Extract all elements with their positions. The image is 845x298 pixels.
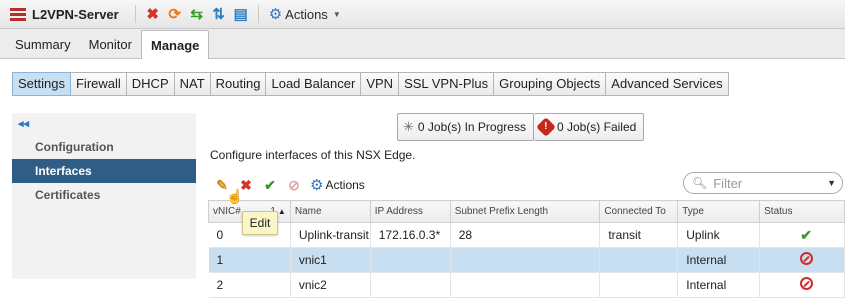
- chevron-down-icon[interactable]: ▼: [827, 178, 836, 188]
- table-row[interactable]: 1 vnic1 Internal: [208, 247, 845, 273]
- error-icon: !: [536, 117, 556, 137]
- cell-status: [759, 247, 845, 273]
- cell-status: ✔: [759, 222, 845, 248]
- cell-connected: [599, 272, 679, 298]
- edit-tooltip: Edit: [242, 211, 278, 235]
- subtab-ssl-vpn-plus[interactable]: SSL VPN-Plus: [399, 72, 495, 96]
- column-header-name[interactable]: Name: [289, 200, 371, 223]
- cell-type: Uplink: [677, 222, 761, 248]
- cell-ip: 172.16.0.3*: [370, 222, 451, 248]
- grid-actions-label: Actions: [325, 178, 365, 192]
- cell-type: Internal: [677, 272, 761, 298]
- title-bar: L2VPN-Server ✖ ⟳ ⇆ ⇅ ▤ ⚙ Actions ▼: [0, 0, 845, 29]
- tab-manage[interactable]: Manage: [140, 30, 210, 59]
- collapse-icon[interactable]: ◂◂: [18, 117, 29, 130]
- sort-asc-icon: ▲: [277, 207, 286, 216]
- cell-ip: [370, 247, 451, 273]
- gear-icon: ⚙: [268, 6, 283, 23]
- actions-label: Actions: [285, 6, 328, 22]
- delete-icon[interactable]: ✖: [142, 4, 164, 24]
- tab-monitor[interactable]: Monitor: [80, 32, 141, 58]
- cell-connected: [599, 247, 679, 273]
- report-icon[interactable]: ▤: [230, 4, 252, 24]
- table-header: vNIC# 1▲ Name IP Address Subnet Prefix L…: [208, 200, 845, 223]
- toolbar-divider: [134, 5, 136, 23]
- column-header-subnet-prefix[interactable]: Subnet Prefix Length: [449, 200, 601, 223]
- column-header-ip-address[interactable]: IP Address: [369, 200, 451, 223]
- edge-icon: [10, 7, 26, 21]
- chevron-down-icon: ▼: [332, 9, 341, 19]
- cell-vnic: 2: [208, 272, 291, 298]
- tab-summary[interactable]: Summary: [6, 32, 80, 58]
- subtab-routing[interactable]: Routing: [210, 72, 267, 96]
- search-icon: 🔍︎: [692, 176, 708, 190]
- subtab-firewall[interactable]: Firewall: [70, 72, 127, 96]
- migrate-icon[interactable]: ⇆: [186, 4, 208, 24]
- table-row[interactable]: 0 Uplink-transit 172.16.0.3* 28 transit …: [208, 222, 845, 248]
- actions-menu-button[interactable]: ⚙ Actions ▼: [269, 5, 341, 23]
- jobs-failed-label: 0 Job(s) Failed: [556, 120, 637, 134]
- cell-connected: transit: [599, 222, 679, 248]
- filter-box: 🔍︎ ▼: [683, 172, 843, 194]
- subtab-dhcp[interactable]: DHCP: [126, 72, 175, 96]
- spinner-icon: ✳: [403, 119, 414, 134]
- cell-type: Internal: [677, 247, 761, 273]
- jobs-failed-button[interactable]: ! 0 Job(s) Failed: [533, 113, 645, 141]
- subtab-vpn[interactable]: VPN: [361, 72, 400, 96]
- table-row[interactable]: 2 vnic2 Internal: [208, 272, 845, 298]
- cell-prefix: 28: [450, 222, 601, 248]
- cell-name: vnic1: [290, 247, 371, 273]
- toolbar-divider: [257, 5, 259, 23]
- subtab-settings[interactable]: Settings: [12, 72, 71, 96]
- disabled-icon[interactable]: ⊘: [284, 175, 304, 195]
- checkmark-icon[interactable]: ✔: [260, 175, 280, 195]
- hand-cursor-icon: ☝: [226, 188, 244, 204]
- nav-item-certificates[interactable]: Certificates: [12, 183, 196, 207]
- page-description: Configure interfaces of this NSX Edge.: [210, 148, 416, 162]
- jobs-in-progress-label: 0 Job(s) In Progress: [417, 120, 526, 134]
- app-title: L2VPN-Server: [32, 6, 119, 22]
- job-status: ✳ 0 Job(s) In Progress ! 0 Job(s) Failed: [397, 113, 645, 141]
- disabled-icon: [799, 252, 813, 265]
- nav-item-configuration[interactable]: Configuration: [12, 135, 196, 159]
- column-header-status[interactable]: Status: [759, 200, 845, 223]
- jobs-in-progress-button[interactable]: ✳ 0 Job(s) In Progress: [397, 113, 534, 141]
- subtab-advanced-services[interactable]: Advanced Services: [606, 72, 729, 96]
- settings-nav: ◂◂ Configuration Interfaces Certificates: [12, 113, 196, 279]
- cell-status: [759, 272, 845, 298]
- sync-icon[interactable]: ⇅: [208, 4, 230, 24]
- subtab-load-balancer[interactable]: Load Balancer: [266, 72, 362, 96]
- cell-vnic: 1: [208, 247, 291, 273]
- gear-icon: ⚙: [310, 177, 324, 194]
- cell-prefix: [450, 247, 601, 273]
- subtab-nat[interactable]: NAT: [174, 72, 211, 96]
- nav-item-interfaces[interactable]: Interfaces: [12, 159, 196, 183]
- column-header-connected-to[interactable]: Connected To: [599, 200, 679, 223]
- cell-name: Uplink-transit: [290, 222, 371, 248]
- cell-name: vnic2: [290, 272, 371, 298]
- refresh-icon[interactable]: ⟳: [164, 4, 186, 24]
- top-tab-bar: Summary Monitor Manage: [0, 29, 845, 59]
- sub-tab-bar: Settings Firewall DHCP NAT Routing Load …: [12, 72, 729, 96]
- subtab-grouping-objects[interactable]: Grouping Objects: [494, 72, 607, 96]
- interfaces-table: vNIC# 1▲ Name IP Address Subnet Prefix L…: [208, 200, 845, 298]
- checkmark-icon: ✔: [800, 226, 812, 243]
- filter-input[interactable]: [713, 175, 824, 191]
- column-header-type[interactable]: Type: [677, 200, 761, 223]
- cell-ip: [370, 272, 451, 298]
- grid-actions-button[interactable]: ⚙ Actions: [310, 176, 365, 194]
- cell-prefix: [450, 272, 601, 298]
